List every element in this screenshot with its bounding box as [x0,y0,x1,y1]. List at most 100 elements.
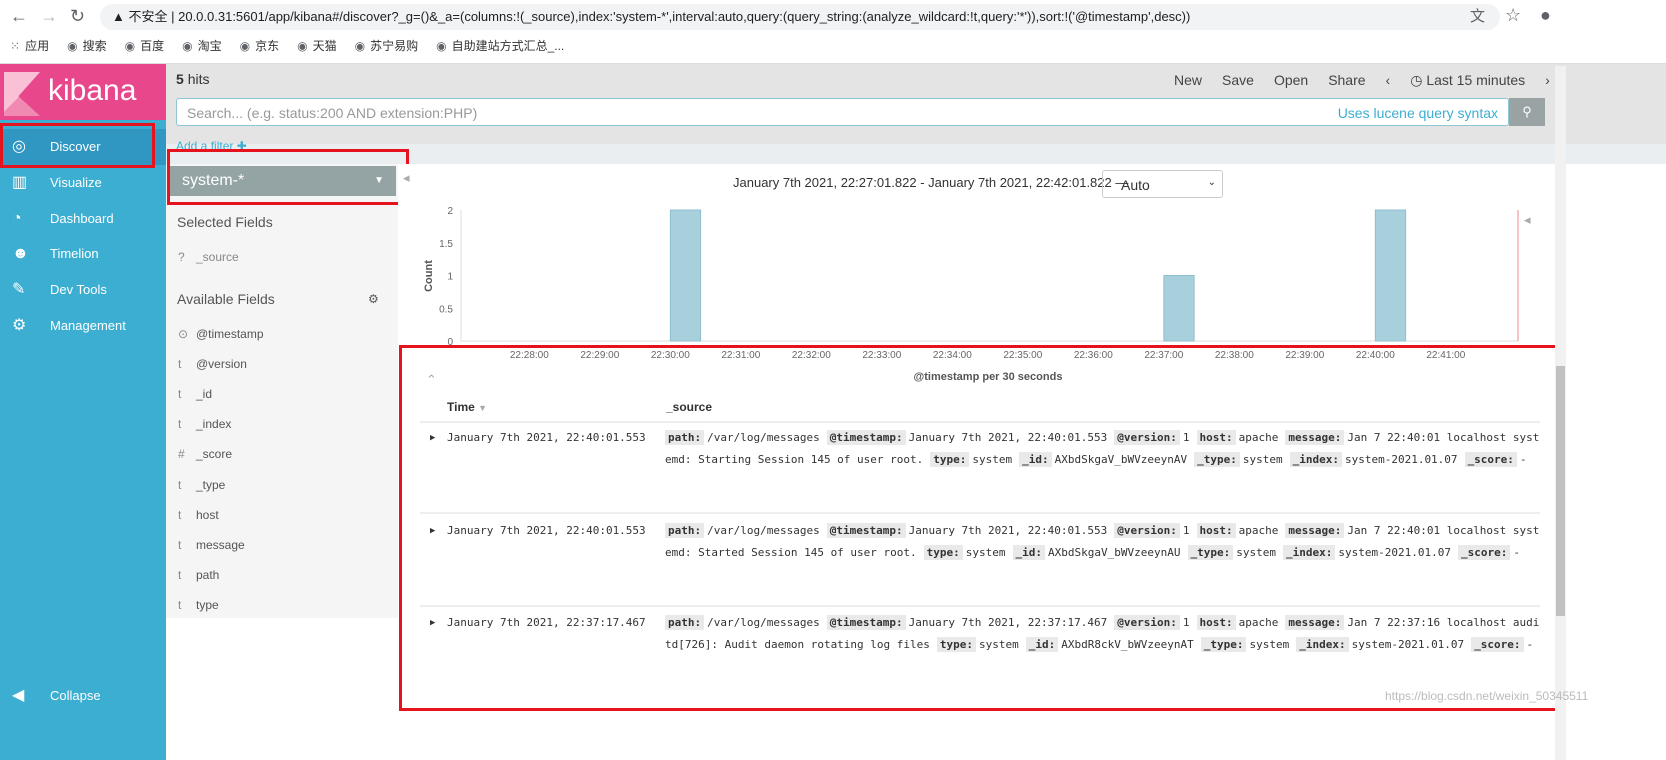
expand-row-icon[interactable]: ▶ [430,520,435,542]
interval-select[interactable]: Auto ⌄ [1102,170,1223,198]
star-icon[interactable]: ☆ [1505,5,1521,26]
address-bar[interactable]: ▲ 不安全 | 20.0.0.31:5601/app/kibana#/disco… [100,4,1500,30]
field-value: apache [1238,616,1279,629]
bookmark-item[interactable]: ◉ 百度 [125,36,165,56]
field-key: path: [665,430,705,445]
time-picker[interactable]: ◷ Last 15 minutes [1410,72,1525,89]
nav-dashboard[interactable]: ◔ Dashboard [0,201,166,237]
time-column-header[interactable]: Time ▼ [447,400,487,414]
field-value: /var/log/messages [707,616,820,629]
reload-icon[interactable]: ↻ [70,6,85,27]
histogram-bar[interactable] [1163,275,1195,342]
nav-visualize[interactable]: ▥ Visualize [0,165,166,201]
available-field[interactable]: t _id [178,387,212,401]
bookmark-item[interactable]: ◉ 京东 [240,36,280,56]
field-name: path [196,567,220,582]
row-source: path:/var/log/messages @timestamp: January… [665,612,1545,656]
available-field[interactable]: t host [178,508,219,522]
nav-dev-tools[interactable]: ✎ Dev Tools [0,272,166,308]
field-name: @timestamp [196,327,264,341]
selected-fields-title: Selected Fields [177,214,273,230]
scroll-up-icon[interactable]: ⌃ [426,372,437,388]
field-value: 1 [1182,523,1190,537]
field-key: path: [665,615,705,630]
field-panel: system-* ▼ Selected Fields ? _source Avail… [166,164,398,618]
bookmark-item[interactable]: ◉ 自助建站方式汇总_... [436,36,564,56]
bookmarks-bar: ⁙ 应用 ◉ 搜索 ◉ 百度 ◉ 淘宝 ◉ 京东 ◉ 天猫 ◉ 苏宁易购 ◉ 自助建站方式汇总_... [10,36,564,56]
nav-timelion[interactable]: ☻ Timelion [0,236,166,272]
available-field[interactable]: t path [178,568,219,582]
lucene-link[interactable]: Uses lucene query syntax [1338,105,1498,121]
nav-label: Dev Tools [50,282,107,298]
field-key: _type: [1194,452,1240,467]
bookmark-item[interactable]: ◉ 天猫 [297,36,337,56]
available-field[interactable]: t message [178,538,245,552]
field-key: message: [1285,615,1345,630]
available-field[interactable]: t _type [178,478,225,492]
field-key: message: [1285,522,1345,538]
dashboard-icon: ◔ [12,209,22,227]
bookmark-item[interactable]: ◉ 搜索 [67,36,107,56]
collapse-label: Collapse [50,688,101,703]
field-value: system [1236,545,1276,559]
expand-row-icon[interactable]: ▶ [430,612,435,634]
field-value: January 7th 2021, 22:37:17.467 [908,616,1108,629]
histogram-bar[interactable] [669,209,702,342]
field-name: _id [196,387,213,402]
hits-count: 5 [176,71,184,87]
field-key: message: [1285,430,1345,445]
field-key: type: [923,544,963,560]
translate-icon[interactable]: 文 [1470,5,1485,26]
save-button[interactable]: Save [1222,72,1254,89]
time-label: Last 15 minutes [1426,72,1526,88]
histogram-bar[interactable] [1374,209,1407,342]
prev-time-icon[interactable]: ‹ [1386,72,1391,89]
next-time-icon[interactable]: › [1545,72,1550,89]
available-field[interactable]: t @version [178,357,247,371]
open-button[interactable]: Open [1274,72,1308,89]
url-text: 20.0.0.31:5601/app/kibana#/discover?_g=(… [178,9,1191,24]
bookmark-item[interactable]: ◉ 苏宁易购 [355,36,419,56]
sort-icon[interactable]: ▼ [478,403,487,413]
collapse-chart-icon[interactable]: ◂ [1524,212,1531,228]
bar-chart-icon: ▥ [12,173,28,191]
gear-icon[interactable]: ⚙ [368,292,379,306]
nav-label: Dashboard [50,210,114,226]
forward-icon[interactable]: → [40,6,58,27]
share-button[interactable]: Share [1328,72,1365,89]
field-key: _index: [1296,637,1349,652]
back-icon[interactable]: ← [10,6,28,27]
gear-icon: ⚙ [12,317,27,334]
field-value: system [1249,638,1290,651]
profile-icon[interactable]: ● [1540,5,1551,26]
nav-management[interactable]: ⚙ Management [0,308,166,344]
collapse-fields-icon[interactable]: ◂ [403,170,410,186]
row-source: path:/var/log/messages @timestamp: January… [665,427,1545,471]
field-key: _score: [1464,452,1517,467]
y-axis-label: Count [423,260,435,292]
new-button[interactable]: New [1174,72,1202,89]
field-key: _id: [1025,637,1059,652]
expand-row-icon[interactable]: ▶ [430,427,435,449]
selected-field[interactable]: ? _source [178,250,239,264]
available-field[interactable]: # _score [178,447,232,461]
scrollbar[interactable] [1555,66,1566,760]
row-time: January 7th 2021, 22:40:01.553 [447,523,646,537]
bookmark-item[interactable]: ⁙ 应用 [10,36,49,56]
field-type-icon: t [178,477,182,492]
kibana-logo[interactable]: kibana [0,64,166,120]
bookmark-label: 京东 [255,39,280,53]
field-value: apache [1238,523,1279,537]
available-field[interactable]: t _index [178,417,231,431]
available-field[interactable]: t type [178,598,219,612]
collapse-button[interactable]: ◀ Collapse [0,678,166,714]
security-label: 不安全 [128,9,168,24]
field-key: _score: [1471,637,1524,652]
search-input[interactable]: Search... (e.g. status:200 AND extension… [176,98,1509,126]
field-type-icon: t [178,537,182,552]
bookmark-item[interactable]: ◉ 淘宝 [182,36,222,56]
search-button[interactable]: ⚲ [1509,98,1545,126]
field-value: - [1526,638,1534,651]
available-field[interactable]: ⊙ @timestamp [178,327,264,341]
field-value: system [972,453,1013,466]
